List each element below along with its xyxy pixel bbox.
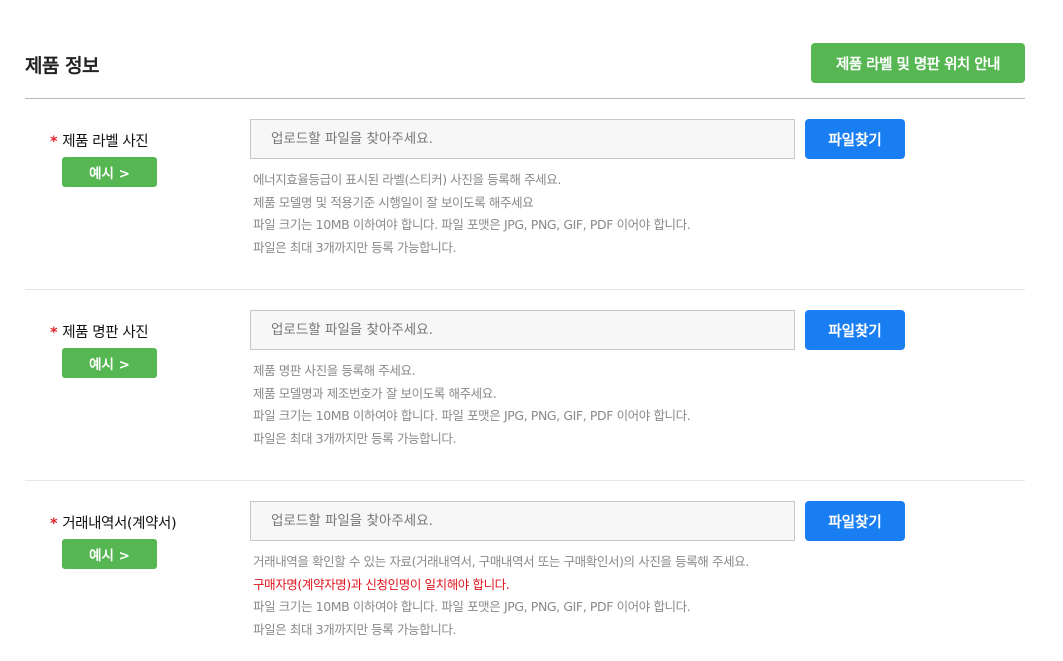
help-text: 파일은 최대 3개까지만 등록 가능합니다. — [253, 430, 457, 446]
example-button[interactable]: 예시 > — [62, 157, 157, 187]
required-mark: * — [50, 134, 58, 150]
field-label: * 제품 라벨 사진 — [50, 130, 149, 151]
field-label-text: 제품 명판 사진 — [62, 325, 149, 341]
label-location-guide-button[interactable]: 제품 라벨 및 명판 위치 안내 — [811, 43, 1025, 83]
find-file-button[interactable]: 파일찾기 — [805, 310, 905, 350]
help-text: 제품 모델명과 제조번호가 잘 보이도록 해주세요. — [253, 385, 497, 401]
file-upload-input[interactable] — [250, 501, 795, 541]
help-text: 파일은 최대 3개까지만 등록 가능합니다. — [253, 621, 457, 637]
upload-section-product-label: *제품 라벨 사진 예시 > 파일찾기 에너지효율등급이 표시된 라벨(스티커)… — [25, 119, 1025, 290]
help-text: 거래내역을 확인할 수 있는 자료(거래내역서, 구매내역서 또는 구매확인서)… — [253, 554, 749, 569]
field-label: * 제품 명판 사진 — [50, 321, 149, 342]
required-mark: * — [50, 516, 58, 532]
required-mark: * — [50, 325, 58, 341]
upload-section-product-nameplate: *제품 명판 사진 예시 > 파일찾기 제품 명판 사진을 등록해 주세요. 제… — [25, 310, 1025, 481]
upload-section-transaction-record: *거래내역서(계약서) 예시 > 파일찾기 거래내역을 확인할 수 있는 자료(… — [25, 501, 1025, 651]
field-label: * 거래내역서(계약서) — [50, 512, 177, 533]
file-upload-input[interactable] — [250, 310, 795, 350]
help-text: 파일은 최대 3개까지만 등록 가능합니다. — [253, 239, 457, 255]
field-label-text: 제품 라벨 사진 — [62, 134, 149, 150]
field-label-text: 거래내역서(계약서) — [62, 516, 177, 532]
example-button[interactable]: 예시 > — [62, 539, 157, 569]
example-button[interactable]: 예시 > — [62, 348, 157, 378]
section-header: 제품 정보 제품 라벨 및 명판 위치 안내 — [25, 43, 1025, 99]
find-file-button[interactable]: 파일찾기 — [805, 119, 905, 159]
help-text-list: 거래내역을 확인할 수 있는 자료(거래내역서, 구매내역서 또는 구매확인서)… — [253, 551, 749, 641]
find-file-button[interactable]: 파일찾기 — [805, 501, 905, 541]
help-text: 제품 모델명 및 적용기준 시행일이 잘 보이도록 해주세요 — [253, 194, 534, 210]
help-text: 파일 크기는 10MB 이하여야 합니다. 파일 포맷은 JPG, PNG, G… — [253, 408, 691, 424]
help-text: 제품 명판 사진을 등록해 주세요. — [253, 363, 416, 378]
help-text: 파일 크기는 10MB 이하여야 합니다. 파일 포맷은 JPG, PNG, G… — [253, 217, 691, 233]
help-text-list: 에너지효율등급이 표시된 라벨(스티커) 사진을 등록해 주세요. 제품 모델명… — [253, 169, 691, 259]
warning-text: 구매자명(계약자명)과 신청인명이 일치해야 합니다. — [253, 576, 510, 592]
file-upload-input[interactable] — [250, 119, 795, 159]
help-text: 에너지효율등급이 표시된 라벨(스티커) 사진을 등록해 주세요. — [253, 172, 561, 187]
help-text: 파일 크기는 10MB 이하여야 합니다. 파일 포맷은 JPG, PNG, G… — [253, 599, 691, 615]
page-title: 제품 정보 — [25, 55, 100, 77]
help-text-list: 제품 명판 사진을 등록해 주세요. 제품 모델명과 제조번호가 잘 보이도록 … — [253, 360, 691, 450]
